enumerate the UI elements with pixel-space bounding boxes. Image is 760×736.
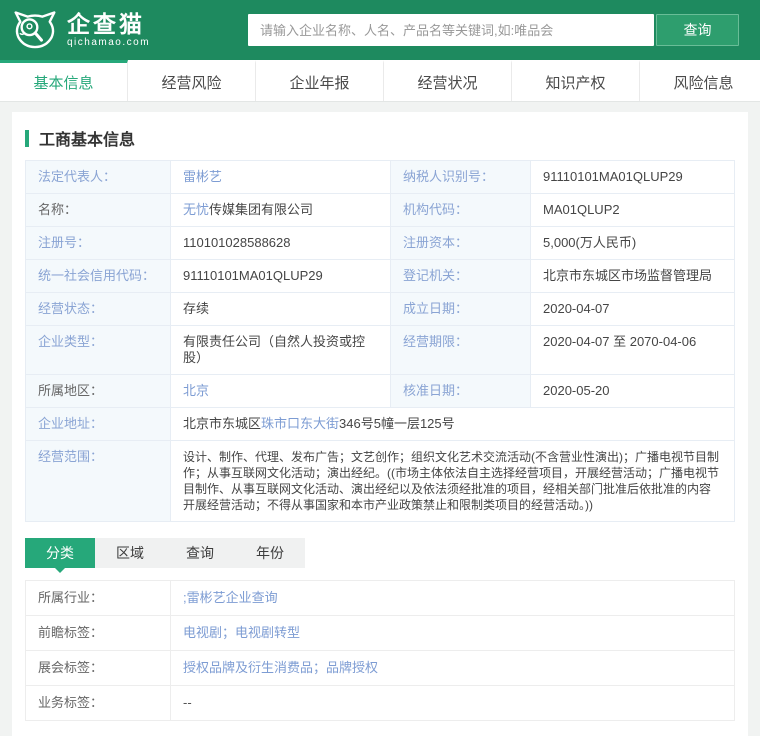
value-text: 5,000(万人民币) <box>543 235 637 250</box>
value-text: 110101028588628 <box>183 235 291 250</box>
nav-tabs: 基本信息 经营风险 企业年报 经营状况 知识产权 风险信息 <box>0 60 760 102</box>
tag-value: ;雷彬艺企业查询 <box>171 581 735 616</box>
info-value: 2020-05-20 <box>531 375 735 408</box>
info-value: 雷彬艺 <box>171 161 391 194</box>
value-text: 北京市东城区市场监督管理局 <box>543 268 713 283</box>
info-value: MA01QLUP2 <box>531 194 735 227</box>
filter-tab-category[interactable]: 分类 <box>25 538 95 568</box>
value-text: 91110101MA01QLUP29 <box>543 169 683 184</box>
info-value: 有限责任公司（自然人投资或控股） <box>171 326 391 375</box>
info-label[interactable]: 法定代表人： <box>26 161 171 194</box>
info-label: 所属地区： <box>26 375 171 408</box>
info-value: 北京 <box>171 375 391 408</box>
info-value: 5,000(万人民币) <box>531 227 735 260</box>
value-text: 2020-04-07 至 2070-04-06 <box>543 334 697 349</box>
value-text: 传媒集团有限公司 <box>209 202 314 217</box>
info-label[interactable]: 经营范围： <box>26 441 171 522</box>
brand-domain: qichamao.com <box>67 37 151 48</box>
info-value: 2020-04-07 <box>531 293 735 326</box>
tag-text: -- <box>183 695 192 710</box>
nav-tab-business-risk[interactable]: 经营风险 <box>128 60 256 101</box>
header: 企查猫 qichamao.com 查询 <box>0 0 760 60</box>
filter-tab-region[interactable]: 区域 <box>95 538 165 568</box>
brand-logo[interactable]: 企查猫 qichamao.com <box>12 9 248 51</box>
info-label[interactable]: 成立日期： <box>391 293 531 326</box>
value-text: 存续 <box>183 301 210 316</box>
search-box: 查询 <box>248 14 739 46</box>
info-label[interactable]: 经营状态： <box>26 293 171 326</box>
cat-magnifier-icon <box>14 11 56 49</box>
tag-link[interactable]: 授权品牌及衍生消费品；品牌授权 <box>183 660 378 675</box>
info-label[interactable]: 经营期限： <box>391 326 531 375</box>
value-link[interactable]: 北京 <box>183 383 209 398</box>
info-label: 名称： <box>26 194 171 227</box>
tag-label: 业务标签： <box>26 686 171 721</box>
value-text: 346号5幢一层125号 <box>339 416 455 431</box>
info-label[interactable]: 注册资本： <box>391 227 531 260</box>
brand-name: 企查猫 <box>67 11 145 37</box>
filter-tabs: 分类 区域 查询 年份 <box>25 538 305 568</box>
value-link[interactable]: 无忧 <box>183 202 209 217</box>
brand-text: 企查猫 qichamao.com <box>67 12 150 48</box>
filter-tab-year[interactable]: 年份 <box>235 538 305 568</box>
info-value: 存续 <box>171 293 391 326</box>
search-button[interactable]: 查询 <box>656 14 739 46</box>
nav-tab-annual-report[interactable]: 企业年报 <box>256 60 384 101</box>
nav-tab-risk-info[interactable]: 风险信息 <box>640 60 760 101</box>
info-value: 无忧传媒集团有限公司 <box>171 194 391 227</box>
info-value: 110101028588628 <box>171 227 391 260</box>
info-label[interactable]: 核准日期： <box>391 375 531 408</box>
tags-table: 所属行业： ;雷彬艺企业查询 前瞻标签： 电视剧；电视剧转型 展会标签： 授权品牌及衍生消… <box>25 580 735 721</box>
info-value: 设计、制作、代理、发布广告；文艺创作；组织文化艺术交流活动(不含营业性演出)；广… <box>171 441 735 522</box>
tag-link[interactable]: 电视剧；电视剧转型 <box>183 625 300 640</box>
info-label[interactable]: 企业类型： <box>26 326 171 375</box>
value-text: 2020-05-20 <box>543 383 610 398</box>
content-card: 工商基本信息 法定代表人： 雷彬艺 纳税人识别号： 91110101MA01QLUP2… <box>12 112 748 736</box>
section-accent-bar <box>25 129 29 147</box>
info-label[interactable]: 登记机关： <box>391 260 531 293</box>
info-value: 北京市东城区市场监督管理局 <box>531 260 735 293</box>
search-input[interactable] <box>248 14 654 46</box>
tag-label: 展会标签： <box>26 651 171 686</box>
value-text: 设计、制作、代理、发布广告；文艺创作；组织文化艺术交流活动(不含营业性演出)；广… <box>183 450 719 512</box>
info-label[interactable]: 机构代码： <box>391 194 531 227</box>
business-info-table: 法定代表人： 雷彬艺 纳税人识别号： 91110101MA01QLUP29 名称： 无忧传… <box>25 160 735 522</box>
value-link[interactable]: 雷彬艺 <box>183 169 222 184</box>
tag-link[interactable]: ;雷彬艺企业查询 <box>183 590 278 605</box>
info-label[interactable]: 企业地址： <box>26 408 171 441</box>
info-label[interactable]: 注册号： <box>26 227 171 260</box>
tag-value: 电视剧；电视剧转型 <box>171 616 735 651</box>
info-value: 91110101MA01QLUP29 <box>171 260 391 293</box>
value-text: 有限责任公司（自然人投资或控股） <box>183 334 366 365</box>
nav-tab-intellectual-property[interactable]: 知识产权 <box>512 60 640 101</box>
info-label[interactable]: 统一社会信用代码： <box>26 260 171 293</box>
value-text: MA01QLUP2 <box>543 202 620 217</box>
tag-label: 所属行业： <box>26 581 171 616</box>
value-text: 2020-04-07 <box>543 301 610 316</box>
info-value: 北京市东城区珠市口东大街346号5幢一层125号 <box>171 408 735 441</box>
value-text: 91110101MA01QLUP29 <box>183 268 323 283</box>
value-link[interactable]: 珠市口东大街 <box>261 416 339 431</box>
section-header: 工商基本信息 <box>25 126 735 150</box>
info-value: 2020-04-07 至 2070-04-06 <box>531 326 735 375</box>
value-text: 北京市东城区 <box>183 416 262 431</box>
tag-value: -- <box>171 686 735 721</box>
info-value: 91110101MA01QLUP29 <box>531 161 735 194</box>
tag-value: 授权品牌及衍生消费品；品牌授权 <box>171 651 735 686</box>
nav-tab-business-status[interactable]: 经营状况 <box>384 60 512 101</box>
section-title: 工商基本信息 <box>39 132 136 149</box>
nav-tab-basic-info[interactable]: 基本信息 <box>0 60 128 101</box>
filter-tab-query[interactable]: 查询 <box>165 538 235 568</box>
info-label[interactable]: 纳税人识别号： <box>391 161 531 194</box>
tag-label: 前瞻标签： <box>26 616 171 651</box>
